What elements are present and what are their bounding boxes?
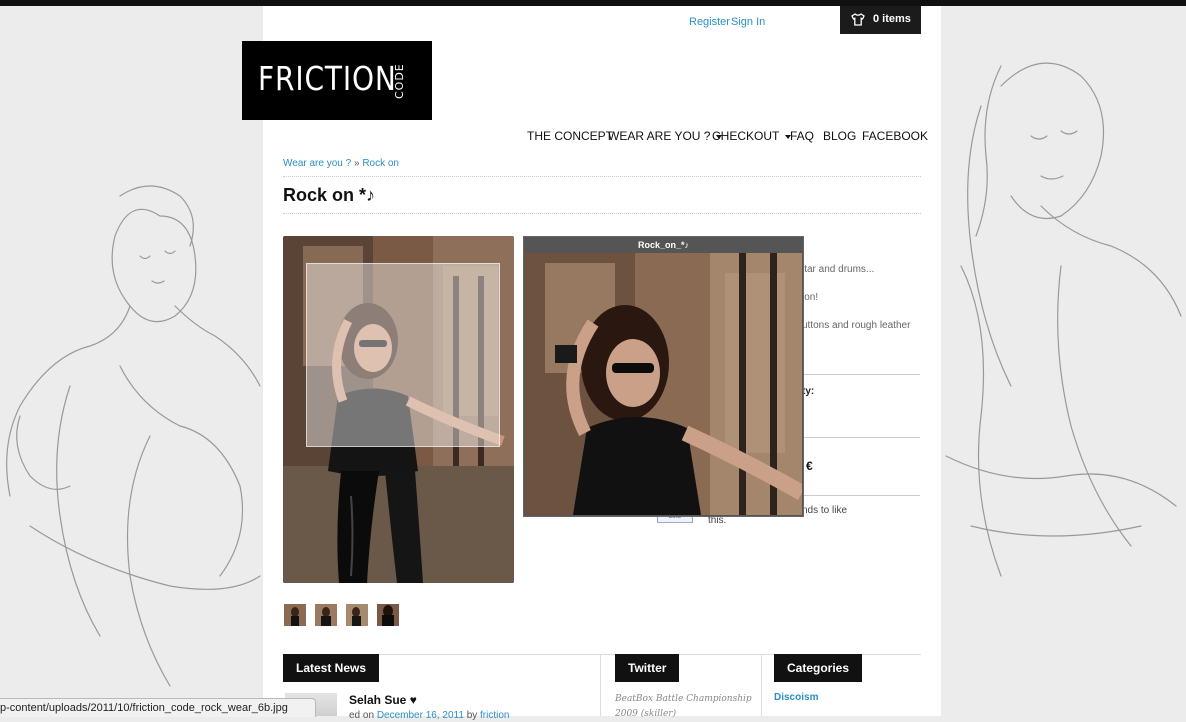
product-thumbnail[interactable] — [377, 604, 399, 626]
thumbnail-photo — [315, 604, 337, 626]
product-thumbnail[interactable] — [346, 604, 368, 626]
fashion-sketch-left-image — [6, 185, 261, 687]
categories-heading: Categories — [774, 654, 863, 682]
description-line: uttons and rough leather — [802, 320, 911, 331]
description-line: ion! — [802, 292, 819, 303]
thumbnail-photo — [377, 604, 399, 626]
twitter-heading: Twitter — [615, 654, 680, 682]
nav-item-blog[interactable]: BLOG — [823, 129, 856, 143]
zoom-image — [525, 253, 802, 515]
zoom-caption: Rock_on_*♪ — [637, 240, 690, 250]
breadcrumb-parent-link[interactable]: Wear are you ? — [283, 158, 351, 169]
facebook-like-text: nds to like — [802, 505, 848, 516]
tweet-text[interactable]: BeatBox Battle Championship 2009 (skille… — [615, 692, 753, 722]
signin-link[interactable]: Sign In — [731, 16, 765, 28]
breadcrumb: Wear are you ? » Rock on — [283, 158, 399, 169]
cart-count: 0 items — [873, 13, 911, 25]
nav-item-the-concept[interactable]: THE CONCEPT — [527, 129, 613, 143]
divider — [283, 213, 921, 214]
breadcrumb-current-link[interactable]: Rock on — [362, 158, 399, 169]
zoom-preview-window: Rock_on_*♪ — [523, 236, 804, 517]
nav-label-checkout: CHECKOUT — [712, 129, 780, 143]
fashion-sketch-right-image — [945, 62, 1182, 577]
tshirt-icon — [851, 13, 865, 29]
category-link[interactable]: Discoism — [774, 692, 818, 703]
register-link[interactable]: Register — [689, 16, 730, 28]
friction-code-logo[interactable]: FRICTION CODE — [242, 41, 432, 120]
nav-label-wear-are-you: WEAR ARE YOU ? — [608, 129, 711, 143]
zoom-lens[interactable] — [306, 263, 500, 447]
background-sketch-right — [941, 6, 1186, 716]
column-divider — [761, 654, 762, 716]
logo-subtext: CODE — [393, 63, 406, 99]
product-title: Rock on *♪ — [283, 185, 376, 205]
nav-item-wear-are-you[interactable]: WEAR ARE YOU ? — [608, 129, 723, 143]
logo-text: FRICTION — [258, 59, 397, 98]
nav-item-faq[interactable]: FAQ — [790, 129, 814, 143]
description-line: itar and drums... — [802, 264, 875, 275]
latest-news-heading: Latest News — [283, 654, 380, 682]
divider — [283, 176, 921, 177]
column-divider — [600, 654, 601, 716]
thumbnail-photo — [346, 604, 368, 626]
browser-status-bar: p-content/uploads/2011/10/friction_code_… — [0, 698, 316, 717]
cart-button[interactable]: 0 items — [840, 6, 921, 34]
nav-item-facebook[interactable]: FACEBOOK — [862, 129, 928, 143]
model-closeup-photo — [525, 253, 802, 515]
product-thumbnail[interactable] — [315, 604, 337, 626]
price-currency: € — [806, 459, 813, 473]
thumbnail-photo — [284, 604, 306, 626]
nav-item-checkout[interactable]: CHECKOUT — [712, 129, 792, 143]
breadcrumb-separator: » — [353, 158, 360, 169]
news-post-title[interactable]: Selah Sue ♥ — [349, 693, 417, 707]
product-thumbnail[interactable] — [284, 604, 306, 626]
background-sketch-left — [0, 6, 263, 716]
